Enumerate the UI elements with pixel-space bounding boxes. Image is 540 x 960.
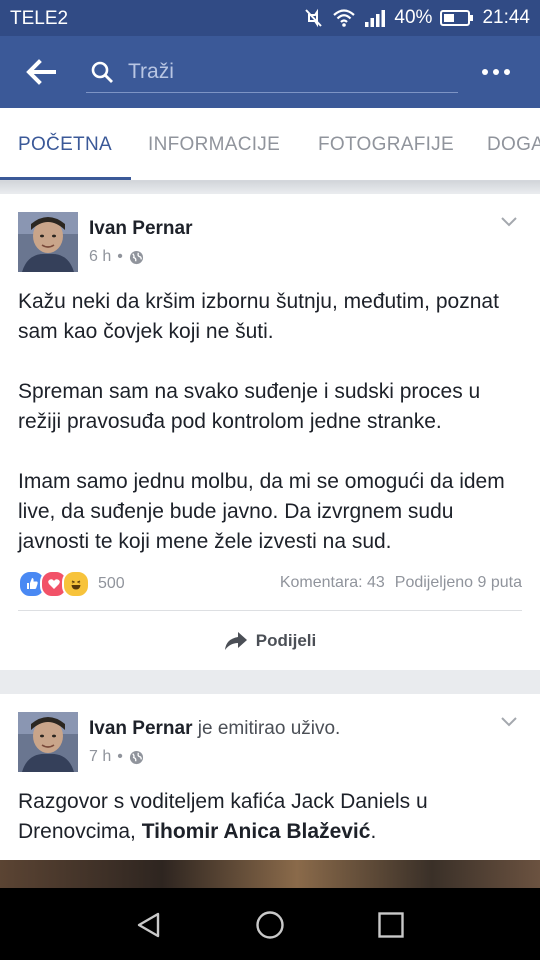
post-text: Kažu neki da kršim izbornu šutnju, međut… xyxy=(18,287,528,557)
tab-dogadaji[interactable]: DOGA xyxy=(487,134,540,156)
shares-count[interactable]: Podijeljeno 9 puta xyxy=(395,574,522,592)
wifi-icon xyxy=(333,9,356,27)
page-tabs: POČETNA INFORMACIJE FOTOGRAFIJE DOGA xyxy=(0,108,540,181)
post-time[interactable]: 7 h xyxy=(89,748,111,766)
nav-recents-icon[interactable] xyxy=(376,910,406,940)
post-paragraph: Imam samo jednu molbu, da mi se omogući … xyxy=(18,470,505,553)
avatar-image xyxy=(18,712,78,772)
chevron-down-icon[interactable] xyxy=(500,216,518,228)
reaction-count: 500 xyxy=(98,575,125,592)
author-name[interactable]: Ivan Pernar xyxy=(89,718,193,739)
signal-icon xyxy=(365,10,386,27)
reactions-summary[interactable]: 500 xyxy=(18,570,125,598)
tabs-shadow xyxy=(0,181,540,193)
post-meta: 6 h • xyxy=(89,248,144,266)
post-text-end: . xyxy=(370,820,377,843)
post-action-text: je emitirao uživo. xyxy=(197,718,341,739)
status-bar: TELE2 40% 21:44 xyxy=(0,0,540,36)
carrier-name: TELE2 xyxy=(10,8,69,29)
globe-icon xyxy=(129,750,143,764)
battery-percent: 40% xyxy=(394,7,433,28)
post-meta: 7 h • xyxy=(89,748,144,766)
more-icon[interactable] xyxy=(482,60,516,84)
battery-icon xyxy=(440,10,474,26)
avatar[interactable] xyxy=(18,212,78,272)
search-icon xyxy=(91,61,113,83)
meta-separator: • xyxy=(117,248,123,265)
post-paragraph: Spreman sam na svako suđenje i sudski pr… xyxy=(18,380,481,433)
engagement-counts: Komentara: 43 Podijeljeno 9 puta xyxy=(280,574,522,592)
avatar-image xyxy=(18,212,78,272)
share-icon xyxy=(224,632,247,650)
active-tab-indicator xyxy=(0,177,131,180)
live-video-thumbnail[interactable] xyxy=(0,860,540,888)
tab-pocetna[interactable]: POČETNA xyxy=(18,134,112,156)
post-header: Ivan Pernar je emitirao uživo. xyxy=(89,718,340,740)
avatar[interactable] xyxy=(18,712,78,772)
tab-informacije[interactable]: INFORMACIJE xyxy=(148,134,280,156)
app-bar xyxy=(0,36,540,108)
post-divider xyxy=(18,610,522,611)
post-header: Ivan Pernar xyxy=(89,218,193,240)
clock: 21:44 xyxy=(482,7,530,28)
post-paragraph: Kažu neki da kršim izbornu šutnju, međut… xyxy=(18,290,499,343)
tagged-person-link[interactable]: Tihomir Anica Blažević xyxy=(142,820,371,843)
post-time[interactable]: 6 h xyxy=(89,248,111,266)
search-bar[interactable] xyxy=(86,52,458,93)
globe-icon xyxy=(129,250,143,264)
mute-icon xyxy=(305,8,323,28)
nav-back-icon[interactable] xyxy=(134,910,164,940)
system-nav-bar xyxy=(0,888,540,960)
share-button[interactable]: Podijeli xyxy=(0,626,540,656)
chevron-down-icon[interactable] xyxy=(500,716,518,728)
nav-home-icon[interactable] xyxy=(255,910,285,940)
share-label: Podijeli xyxy=(255,631,317,650)
tab-fotografije[interactable]: FOTOGRAFIJE xyxy=(318,134,454,156)
haha-reaction-icon xyxy=(62,570,90,598)
post-text: Razgovor s voditeljem kafića Jack Daniel… xyxy=(18,787,528,847)
comments-count[interactable]: Komentara: 43 xyxy=(280,574,385,592)
search-input[interactable] xyxy=(126,56,450,88)
post-card: Ivan Pernar 6 h • Kažu neki da kršim izb… xyxy=(0,194,540,670)
author-name[interactable]: Ivan Pernar xyxy=(89,218,193,239)
meta-separator: • xyxy=(117,748,123,765)
back-arrow-icon[interactable] xyxy=(24,56,58,88)
post-paragraph: Razgovor s voditeljem kafića Jack Daniel… xyxy=(18,787,528,847)
status-icons: 40% 21:44 xyxy=(302,7,530,29)
post-card: Ivan Pernar je emitirao uživo. 7 h • Raz… xyxy=(0,694,540,888)
